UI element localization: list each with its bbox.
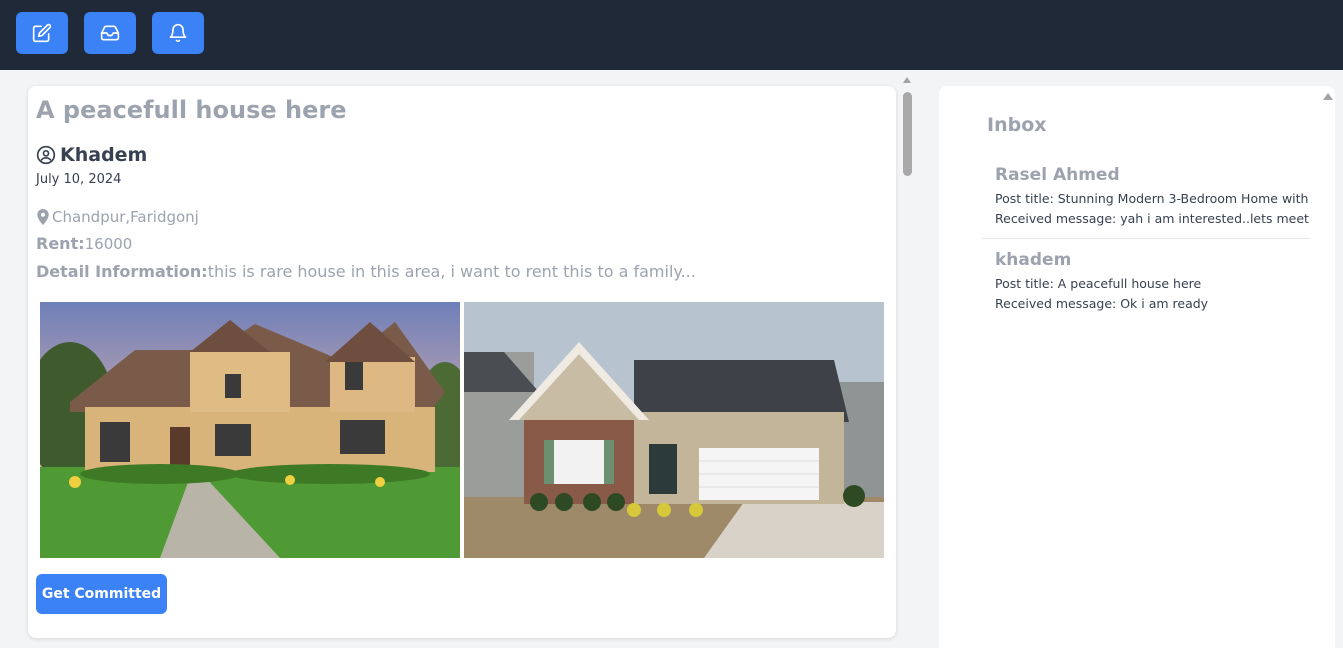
post-detail: Detail Information:this is rare house in… bbox=[36, 262, 696, 281]
edit-icon bbox=[32, 23, 52, 43]
message-post-title: Post title: Stunning Modern 3-Bedroom Ho… bbox=[995, 191, 1309, 206]
detail-label: Detail Information: bbox=[36, 262, 208, 281]
inbox-message[interactable]: khadem Post title: A peacefull house her… bbox=[982, 249, 1310, 314]
inbox-scroll-up-arrow-icon[interactable] bbox=[1323, 93, 1333, 100]
author-name: Khadem bbox=[60, 144, 148, 166]
bell-icon bbox=[169, 23, 187, 43]
rent-value: 16000 bbox=[84, 235, 133, 253]
posts-feed[interactable]: A peacefull house here Khadem July 10, 2… bbox=[0, 70, 916, 648]
location-text: Chandpur,Faridgonj bbox=[52, 208, 199, 226]
get-committed-button[interactable]: Get Committed bbox=[36, 574, 167, 614]
post-author: Khadem bbox=[36, 144, 147, 166]
inbox-tray-icon bbox=[100, 25, 120, 41]
message-post-title: Post title: A peacefull house here bbox=[995, 276, 1202, 291]
detail-value: this is rare house in this area, i want … bbox=[207, 262, 696, 281]
post-title: A peacefull house here bbox=[36, 96, 347, 124]
notifications-button[interactable] bbox=[152, 12, 204, 54]
scroll-up-arrow-icon[interactable] bbox=[903, 77, 911, 83]
map-pin-icon bbox=[37, 209, 49, 225]
post-location: Chandpur,Faridgonj bbox=[36, 208, 199, 226]
message-sender: Rasel Ahmed bbox=[995, 165, 1120, 185]
inbox-message[interactable]: Rasel Ahmed Post title: Stunning Modern … bbox=[982, 164, 1310, 229]
top-navbar bbox=[0, 0, 1343, 70]
message-divider bbox=[982, 238, 1310, 239]
user-circle-icon bbox=[36, 145, 56, 165]
message-received: Received message: Ok i am ready bbox=[995, 296, 1209, 311]
inbox-button[interactable] bbox=[84, 12, 136, 54]
message-sender: khadem bbox=[995, 250, 1072, 270]
post-card: A peacefull house here Khadem July 10, 2… bbox=[28, 86, 896, 638]
inbox-panel: Inbox Rasel Ahmed Post title: Stunning M… bbox=[939, 86, 1335, 648]
house-photo-1 bbox=[40, 302, 460, 558]
message-received: Received message: yah i am interested..l… bbox=[995, 211, 1309, 226]
edit-post-button[interactable] bbox=[16, 12, 68, 54]
house-photo-2 bbox=[464, 302, 884, 558]
rent-label: Rent: bbox=[36, 234, 85, 253]
post-rent: Rent:16000 bbox=[36, 234, 132, 253]
post-date: July 10, 2024 bbox=[36, 172, 122, 187]
feed-scroll-thumb[interactable] bbox=[903, 92, 912, 176]
inbox-title: Inbox bbox=[987, 114, 1047, 136]
